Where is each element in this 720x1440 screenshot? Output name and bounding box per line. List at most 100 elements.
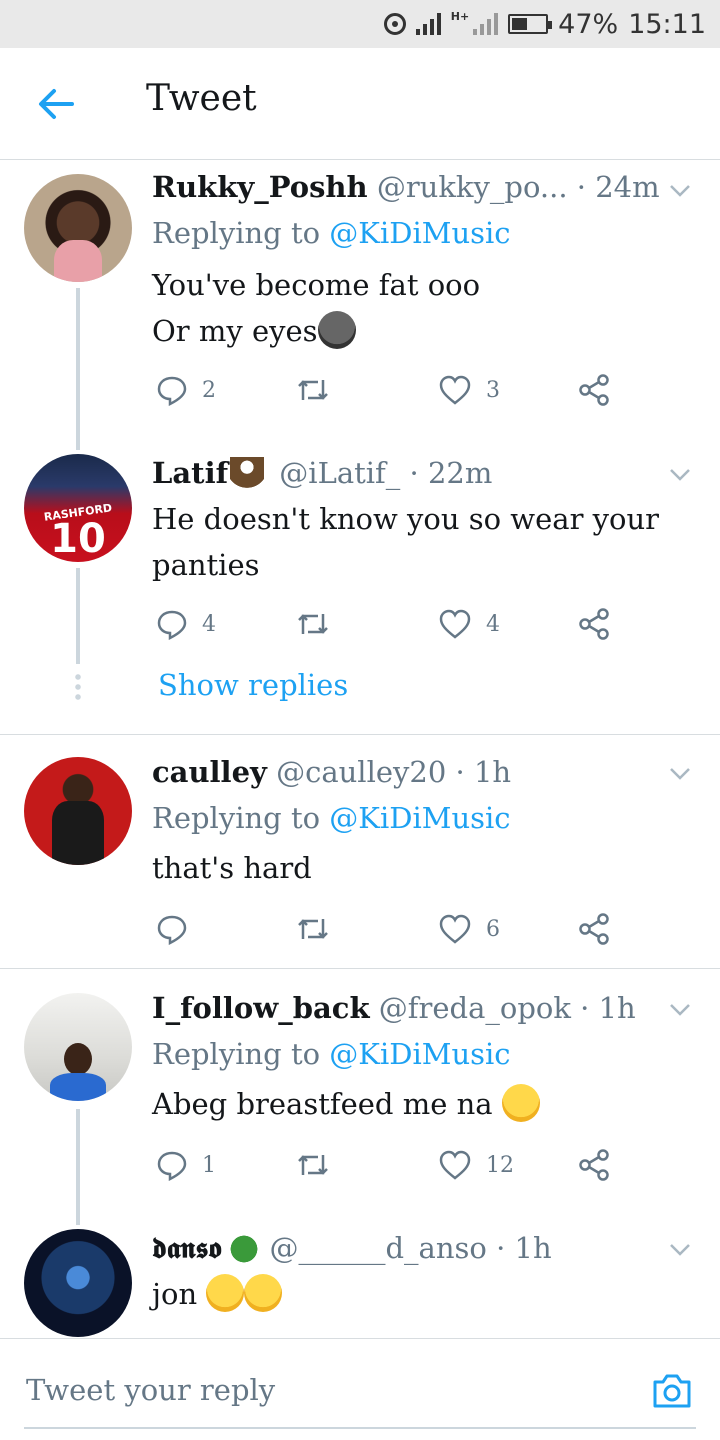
reply-icon — [157, 610, 187, 640]
reply-count: 1 — [202, 1152, 216, 1178]
tweet-header: Latif @iLatif_ · 22m — [152, 456, 492, 491]
handle[interactable]: @______d_anso — [269, 1231, 486, 1265]
jersey-number: 10 — [50, 516, 106, 562]
eagle-emoji-icon — [230, 457, 265, 491]
thread-line — [76, 568, 80, 664]
share-action[interactable] — [578, 604, 610, 644]
reply-count: 4 — [202, 611, 216, 637]
replying-to-prefix: Replying to — [152, 1037, 321, 1071]
retweet-action[interactable] — [296, 604, 344, 644]
battery-percent: 47% — [558, 8, 619, 40]
signal-2-icon — [473, 13, 499, 35]
tweet-ifollowback[interactable]: I_follow_back @freda_opok · 1h Replying … — [0, 969, 720, 1225]
tweet-caulley[interactable]: caulley @caulley20 · 1h Replying to @KiD… — [0, 735, 720, 968]
tweet-danso[interactable]: 𝖉𝖆𝖓𝖘𝖔 @______d_anso · 1h jon — [0, 1225, 720, 1338]
mention-link[interactable]: @KiDiMusic — [329, 1037, 510, 1071]
timestamp: 1h — [514, 1231, 552, 1265]
laughing-face-icon — [501, 1084, 540, 1122]
avatar[interactable] — [24, 757, 132, 865]
retweet-icon — [298, 614, 328, 634]
separator: · — [409, 456, 419, 490]
reply-action[interactable] — [156, 909, 202, 949]
handle[interactable]: @caulley20 — [276, 755, 446, 789]
tweet-text-line: jon — [152, 1277, 198, 1311]
separator: · — [455, 755, 465, 789]
display-name[interactable]: 𝖉𝖆𝖓𝖘𝖔 — [152, 1231, 221, 1265]
chevron-down-icon[interactable] — [668, 997, 692, 1021]
tweet-header: caulley @caulley20 · 1h — [152, 755, 511, 789]
tweet-text-line: Or my eyes — [152, 314, 318, 348]
hotspot-icon — [383, 13, 406, 35]
tweet-rukky[interactable]: Rukky_Poshh @rukky_po... · 24m Replying … — [0, 160, 720, 450]
reply-input[interactable]: Tweet your reply — [26, 1373, 275, 1407]
replying-to: Replying to @KiDiMusic — [152, 801, 511, 835]
tweet-text-line: He doesn't know you so wear your — [152, 502, 660, 536]
separator: · — [496, 1231, 506, 1265]
share-icon — [579, 608, 609, 640]
retweet-action[interactable] — [296, 909, 344, 949]
display-name[interactable]: I_follow_back — [152, 991, 370, 1025]
laughing-face-icon — [206, 1274, 245, 1312]
reply-icon — [157, 376, 187, 406]
chevron-down-icon[interactable] — [668, 1237, 692, 1261]
share-action[interactable] — [578, 1145, 610, 1185]
separator: · — [576, 170, 586, 204]
chevron-down-icon[interactable] — [668, 761, 692, 785]
reply-icon — [157, 1151, 187, 1181]
reply-action[interactable]: 4 — [156, 604, 216, 644]
share-icon — [579, 913, 609, 945]
tweet-text-line: Abeg breastfeed me na — [152, 1087, 493, 1121]
like-action[interactable]: 6 — [438, 909, 500, 949]
reply-composer: Tweet your reply — [0, 1338, 720, 1440]
tweet-actions: 6 — [152, 909, 632, 949]
timestamp: 22m — [427, 456, 493, 490]
mention-link[interactable]: @KiDiMusic — [329, 216, 510, 250]
share-icon — [579, 374, 609, 406]
display-name[interactable]: Rukky_Poshh — [152, 170, 368, 204]
replying-to: Replying to @KiDiMusic — [152, 216, 511, 250]
tweet-text-line: You've become fat ooo — [152, 268, 481, 302]
retweet-action[interactable] — [296, 1145, 344, 1185]
like-count: 4 — [486, 611, 500, 637]
reply-action[interactable]: 2 — [156, 370, 216, 410]
tweet-text: jon — [152, 1271, 692, 1317]
like-action[interactable]: 3 — [438, 370, 500, 410]
share-action[interactable] — [578, 909, 610, 949]
display-name[interactable]: Latif — [152, 456, 228, 490]
handle[interactable]: @freda_opok — [379, 991, 571, 1025]
handle[interactable]: @rukky_po... — [377, 170, 568, 204]
like-action[interactable]: 4 — [438, 604, 500, 644]
share-icon — [579, 1149, 609, 1181]
retweet-icon — [298, 919, 328, 939]
retweet-action[interactable] — [296, 370, 344, 410]
camera-icon[interactable] — [650, 1369, 694, 1413]
display-name[interactable]: caulley — [152, 755, 267, 789]
reply-action[interactable]: 1 — [156, 1145, 216, 1185]
tweet-latif[interactable]: RASHFORD 10 Latif @iLatif_ · 22m He does… — [0, 450, 720, 734]
mention-link[interactable]: @KiDiMusic — [329, 801, 510, 835]
handle[interactable]: @iLatif_ — [279, 456, 400, 490]
like-count: 3 — [486, 377, 500, 403]
arrow-left-icon[interactable] — [36, 84, 76, 124]
header: Tweet — [0, 48, 720, 160]
signal-icon — [415, 13, 441, 35]
separator: · — [580, 991, 590, 1025]
tweet-header: I_follow_back @freda_opok · 1h — [152, 991, 636, 1025]
network-type: H+ — [450, 9, 470, 23]
avatar[interactable] — [24, 174, 132, 282]
laughing-face-icon — [244, 1274, 283, 1312]
share-action[interactable] — [578, 370, 610, 410]
like-action[interactable]: 12 — [438, 1145, 514, 1185]
thread-dots — [75, 672, 81, 702]
tweet-text: You've become fat ooo Or my eyes — [152, 262, 692, 354]
avatar[interactable]: RASHFORD 10 — [24, 454, 132, 562]
replying-to: Replying to @KiDiMusic — [152, 1037, 511, 1071]
status-bar: H+ 47% 15:11 — [0, 0, 720, 48]
chevron-down-icon[interactable] — [668, 178, 692, 202]
avatar[interactable] — [24, 993, 132, 1101]
chevron-down-icon[interactable] — [668, 462, 692, 486]
tweet-text: Abeg breastfeed me na — [152, 1081, 692, 1127]
show-replies-link[interactable]: Show replies — [158, 668, 348, 702]
tweet-actions: 1 12 — [152, 1145, 632, 1185]
avatar[interactable] — [24, 1229, 132, 1337]
